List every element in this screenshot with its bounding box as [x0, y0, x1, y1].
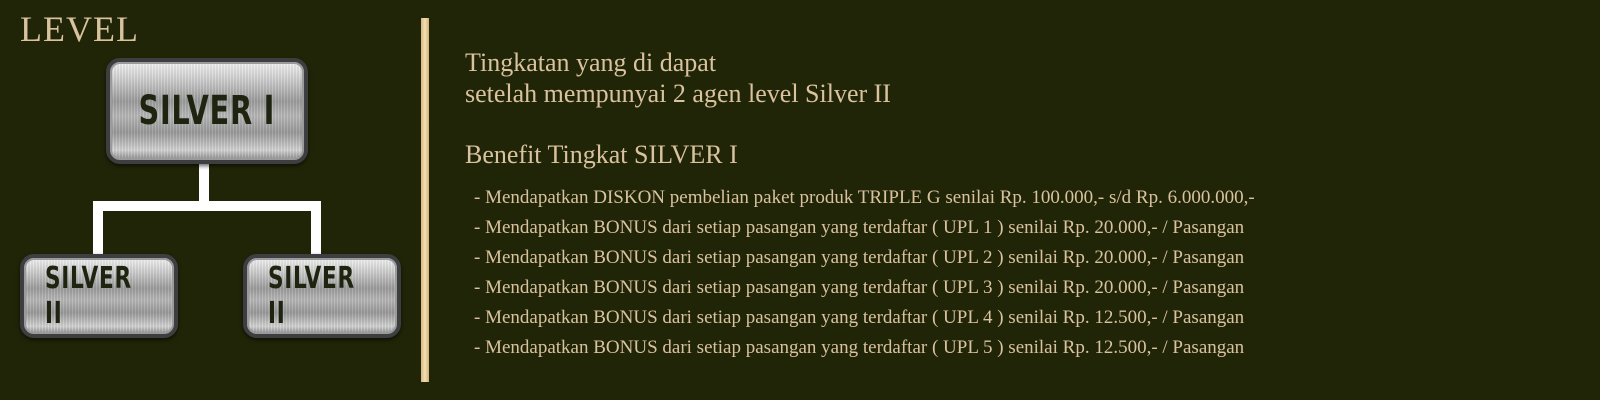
- connector-vertical-right: [311, 201, 321, 255]
- benefit-item: - Mendapatkan BONUS dari setiap pasangan…: [474, 337, 1245, 358]
- connector-vertical-left: [93, 201, 103, 255]
- silver-1-label: SILVER I: [138, 88, 276, 134]
- connector-horizontal: [93, 201, 321, 211]
- description-line-2: setelah mempunyai 2 agen level Silver II: [465, 79, 891, 108]
- benefit-item: - Mendapatkan DISKON pembelian paket pro…: [474, 187, 1255, 208]
- benefit-title: Benefit Tingkat SILVER I: [465, 140, 738, 169]
- description-line-1: Tingkatan yang di dapat: [465, 48, 717, 77]
- silver-2-label-right: SILVER II: [268, 261, 355, 331]
- level-title: LEVEL: [20, 9, 139, 49]
- silver-1-badge: SILVER I: [106, 58, 308, 164]
- benefit-item: - Mendapatkan BONUS dari setiap pasangan…: [474, 217, 1245, 238]
- benefit-item: - Mendapatkan BONUS dari setiap pasangan…: [474, 247, 1245, 268]
- silver-2-badge-left: SILVER II: [20, 254, 178, 338]
- vertical-divider: [421, 18, 429, 382]
- benefit-item: - Mendapatkan BONUS dari setiap pasangan…: [474, 307, 1245, 328]
- silver-2-label-left: SILVER II: [44, 261, 132, 331]
- connector-vertical-top: [199, 164, 209, 206]
- silver-2-badge-right: SILVER II: [243, 254, 401, 338]
- benefit-item: - Mendapatkan BONUS dari setiap pasangan…: [474, 277, 1245, 298]
